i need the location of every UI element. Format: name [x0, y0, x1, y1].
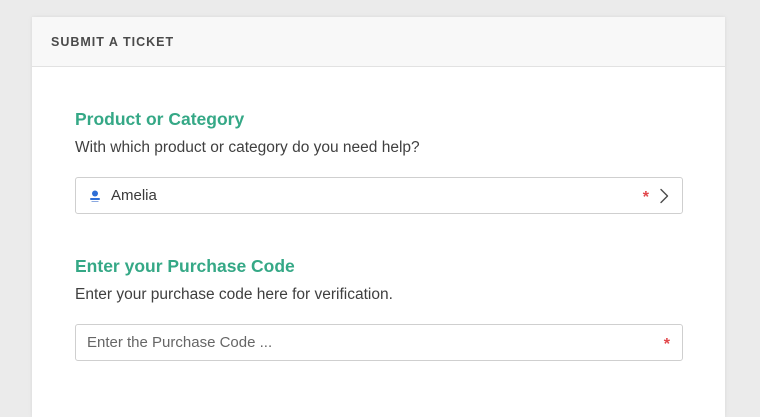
- purchase-code-field: *: [75, 324, 683, 361]
- purchase-section-title: Enter your Purchase Code: [75, 256, 295, 276]
- amelia-logo-icon: [88, 189, 102, 203]
- product-select[interactable]: Amelia *: [75, 177, 683, 214]
- required-asterisk: *: [642, 189, 649, 206]
- chevron-right-icon[interactable]: [655, 187, 673, 205]
- purchase-code-input[interactable]: [76, 325, 664, 360]
- product-select-value: Amelia: [111, 187, 157, 204]
- purchase-section-description: Enter your purchase code here for verifi…: [75, 286, 393, 303]
- product-section-description: With which product or category do you ne…: [75, 139, 420, 156]
- purchase-section: Enter your Purchase Code Enter your purc…: [75, 255, 683, 361]
- product-section: Product or Category With which product o…: [75, 108, 683, 214]
- product-section-title: Product or Category: [75, 109, 245, 129]
- card-header: SUBMIT A TICKET: [32, 17, 725, 67]
- required-asterisk: *: [663, 336, 670, 353]
- card-header-title: SUBMIT A TICKET: [51, 34, 175, 49]
- ticket-card: SUBMIT A TICKET Product or Category With…: [32, 17, 725, 417]
